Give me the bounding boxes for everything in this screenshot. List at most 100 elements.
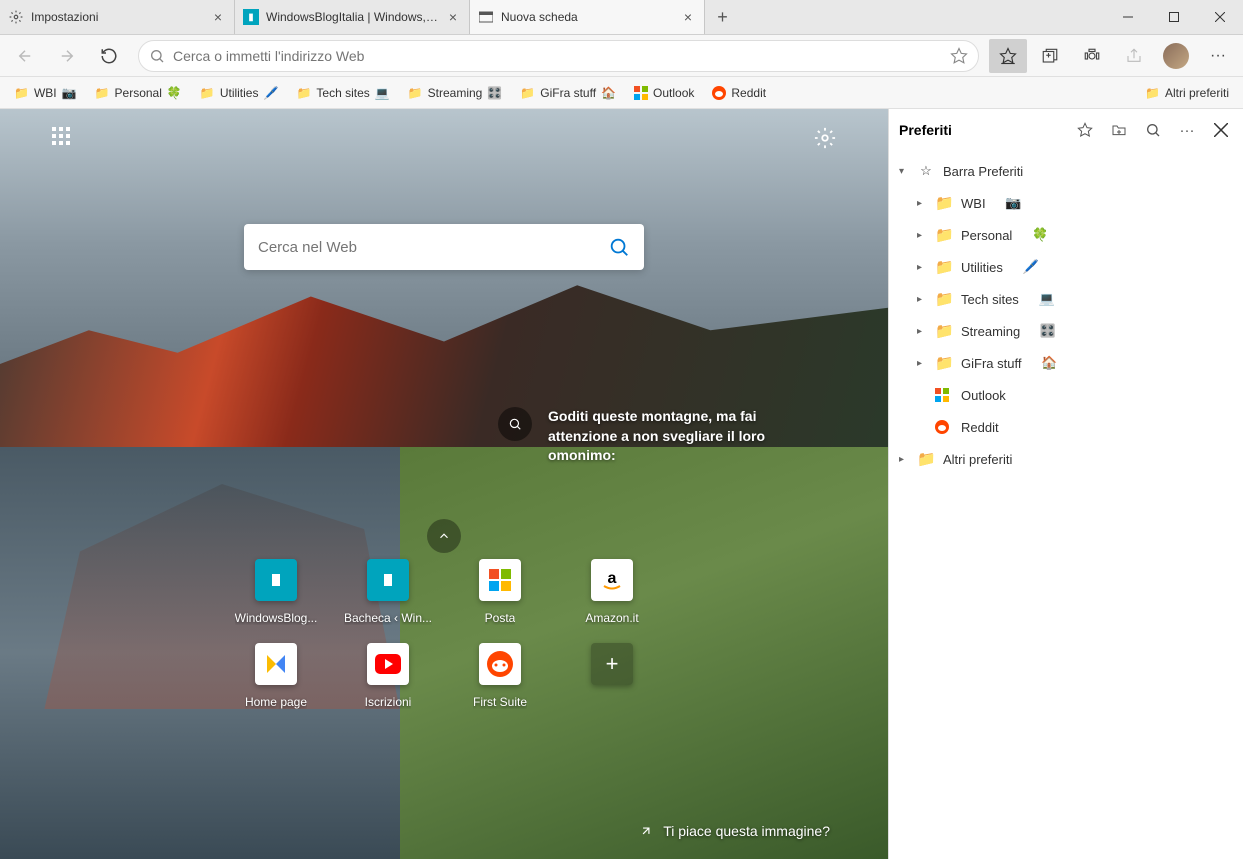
tree-root-barra-preferiti[interactable]: ▾☆Barra Preferiti — [889, 155, 1243, 187]
search-favorites-icon[interactable] — [1141, 122, 1165, 138]
bookmark-folder-utilities[interactable]: 📁Utilities🖊️ — [192, 82, 287, 104]
close-icon[interactable]: × — [680, 9, 696, 25]
bookmark-folder-gifra[interactable]: 📁GiFra stuff🏠 — [512, 82, 624, 104]
chevron-right-icon: ▸ — [917, 230, 927, 241]
reddit-icon — [712, 86, 726, 100]
background-info-text: Goditi queste montagne, ma fai attenzion… — [548, 407, 778, 466]
avatar — [1163, 43, 1189, 69]
maximize-button[interactable] — [1151, 0, 1197, 34]
chevron-down-icon: ▾ — [899, 166, 909, 177]
tree-folder-utilities[interactable]: ▸📁Utilities 🖊️ — [889, 251, 1243, 283]
tile-iscrizioni[interactable]: Iscrizioni — [338, 643, 438, 709]
tile-firstsuite[interactable]: First Suite — [450, 643, 550, 709]
bookmark-reddit[interactable]: Reddit — [704, 82, 774, 104]
expand-icon — [639, 824, 653, 838]
favorites-title: Preferiti — [899, 122, 1063, 138]
gear-icon — [8, 9, 24, 25]
chevron-right-icon: ▸ — [917, 294, 927, 305]
back-button[interactable] — [6, 39, 44, 73]
add-favorite-icon[interactable] — [1073, 122, 1097, 138]
search-icon — [149, 48, 165, 64]
site-icon: ▮ — [243, 9, 259, 25]
ntp-search-input[interactable] — [258, 239, 608, 256]
ms-icon — [935, 388, 953, 402]
chevron-right-icon: ▸ — [917, 198, 927, 209]
address-input[interactable] — [173, 48, 942, 64]
new-tab-page: Goditi queste montagne, ma fai attenzion… — [0, 109, 888, 859]
tree-folder-techsites[interactable]: ▸📁Tech sites 💻 — [889, 283, 1243, 315]
tree-item-reddit[interactable]: Reddit — [889, 411, 1243, 443]
bookmark-folder-techsites[interactable]: 📁Tech sites💻 — [288, 82, 397, 104]
favorite-star-icon[interactable] — [950, 47, 968, 65]
toolbar: ··· — [0, 35, 1243, 77]
tile-windowsblog[interactable]: WindowsBlog... — [226, 559, 326, 625]
tree-folder-personal[interactable]: ▸📁Personal 🍀 — [889, 219, 1243, 251]
tile-add[interactable]: + — [562, 643, 662, 709]
bookmarks-bar: 📁WBI📷 📁Personal🍀 📁Utilities🖊️ 📁Tech site… — [0, 77, 1243, 109]
close-window-button[interactable] — [1197, 0, 1243, 34]
chevron-right-icon: ▸ — [917, 326, 927, 337]
bookmark-folder-streaming[interactable]: 📁Streaming🎛️ — [400, 82, 511, 104]
folder-icon: 📁 — [935, 258, 953, 276]
collections-button[interactable] — [1031, 39, 1069, 73]
forward-button[interactable] — [48, 39, 86, 73]
folder-icon: 📁 — [935, 226, 953, 244]
close-icon[interactable]: × — [445, 9, 461, 25]
minimize-button[interactable] — [1105, 0, 1151, 34]
bookmark-overflow[interactable]: 📁Altri preferiti — [1137, 82, 1237, 104]
tree-item-outlook[interactable]: Outlook — [889, 379, 1243, 411]
tab-nuova-scheda[interactable]: Nuova scheda × — [470, 0, 705, 34]
folder-icon: 📁 — [1145, 86, 1160, 100]
more-icon[interactable]: ··· — [1175, 122, 1199, 139]
folder-icon: 📁 — [14, 86, 29, 100]
favorites-header: Preferiti ··· — [889, 109, 1243, 151]
newtab-icon — [478, 9, 494, 25]
ntp-search-box[interactable] — [244, 224, 644, 270]
tab-title: Nuova scheda — [501, 10, 673, 24]
share-button[interactable] — [1115, 39, 1153, 73]
bookmark-folder-wbi[interactable]: 📁WBI📷 — [6, 82, 85, 104]
folder-icon: 📁 — [935, 354, 953, 372]
menu-button[interactable]: ··· — [1199, 39, 1237, 73]
tab-title: Impostazioni — [31, 10, 203, 24]
folder-icon: 📁 — [935, 194, 953, 212]
tree-folder-streaming[interactable]: ▸📁Streaming 🎛️ — [889, 315, 1243, 347]
folder-icon: 📁 — [917, 450, 935, 468]
apps-grid-icon[interactable] — [52, 127, 70, 145]
profile-button[interactable] — [1157, 39, 1195, 73]
refresh-button[interactable] — [90, 39, 128, 73]
like-image-prompt[interactable]: Ti piace questa immagine? — [639, 823, 830, 839]
tile-bacheca[interactable]: Bacheca ‹ Win... — [338, 559, 438, 625]
tree-folder-altri-preferiti[interactable]: ▸📁Altri preferiti — [889, 443, 1243, 475]
tree-folder-wbi[interactable]: ▸📁WBI 📷 — [889, 187, 1243, 219]
chevron-right-icon: ▸ — [917, 262, 927, 273]
address-bar[interactable] — [138, 40, 979, 72]
add-folder-icon[interactable] — [1107, 122, 1131, 138]
top-sites-grid: WindowsBlog... Bacheca ‹ Win... Posta aA… — [226, 559, 662, 709]
tab-impostazioni[interactable]: Impostazioni × — [0, 0, 235, 34]
tile-amazon[interactable]: aAmazon.it — [562, 559, 662, 625]
folder-icon: 📁 — [408, 86, 423, 100]
gear-icon[interactable] — [814, 127, 836, 149]
bookmark-outlook[interactable]: Outlook — [626, 82, 702, 104]
folder-icon: 📁 — [95, 86, 110, 100]
favorites-tree: ▾☆Barra Preferiti ▸📁WBI 📷 ▸📁Personal 🍀 ▸… — [889, 151, 1243, 859]
chevron-right-icon: ▸ — [899, 454, 909, 465]
close-panel-icon[interactable] — [1209, 123, 1233, 137]
info-search-icon[interactable] — [498, 407, 532, 441]
close-icon[interactable]: × — [210, 9, 226, 25]
extension-button[interactable] — [1073, 39, 1111, 73]
scroll-up-button[interactable] — [427, 519, 461, 553]
tile-homepage[interactable]: Home page — [226, 643, 326, 709]
star-icon: ☆ — [917, 163, 935, 179]
folder-icon: 📁 — [200, 86, 215, 100]
favorites-button[interactable] — [989, 39, 1027, 73]
tab-windowsblogitalia[interactable]: ▮ WindowsBlogItalia | Windows, S... × — [235, 0, 470, 34]
bookmark-folder-personal[interactable]: 📁Personal🍀 — [87, 82, 190, 104]
tile-posta[interactable]: Posta — [450, 559, 550, 625]
folder-icon: 📁 — [935, 322, 953, 340]
svg-text:a: a — [608, 570, 617, 587]
tree-folder-gifra[interactable]: ▸📁GiFra stuff 🏠 — [889, 347, 1243, 379]
new-tab-button[interactable]: + — [705, 0, 740, 34]
search-icon[interactable] — [608, 236, 630, 258]
